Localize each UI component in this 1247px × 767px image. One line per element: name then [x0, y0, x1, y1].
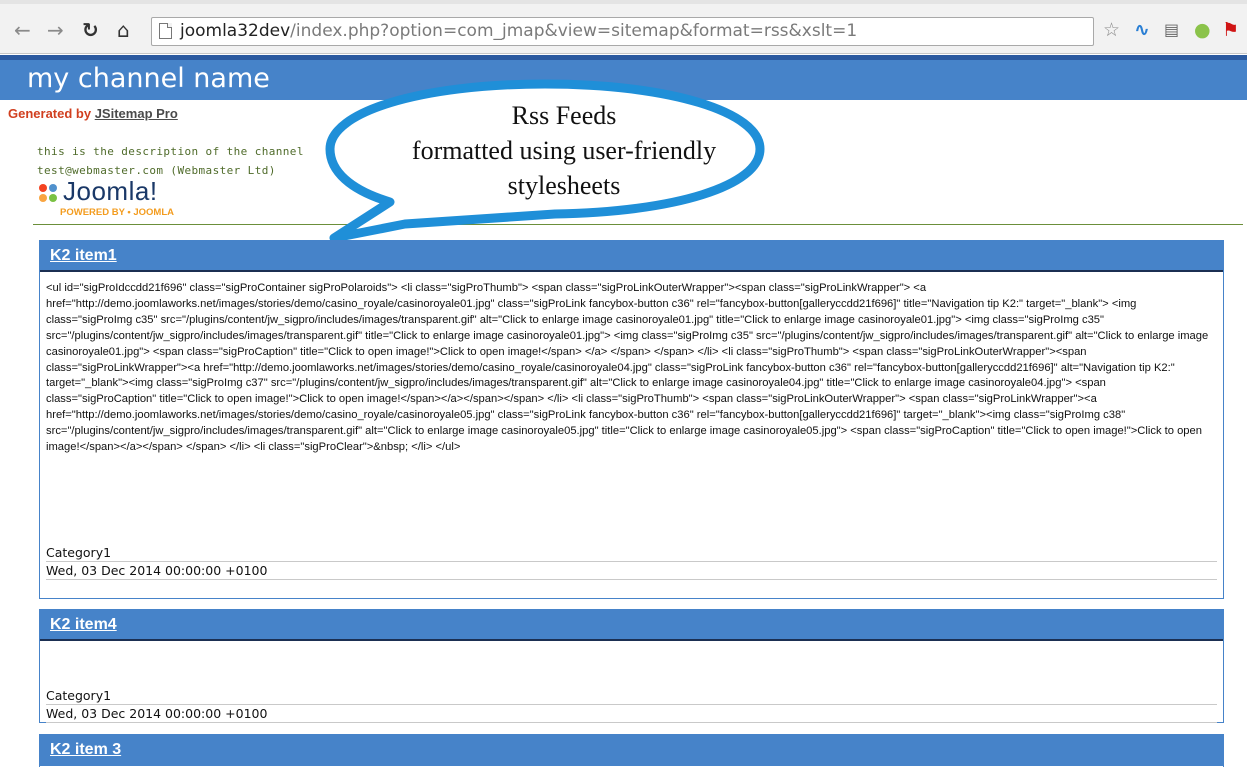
callout-text: Rss Feeds formatted using user-friendly … [368, 98, 760, 203]
flag-icon[interactable]: ⚑ [1222, 20, 1239, 40]
address-bar[interactable]: joomla32dev/index.php?option=com_jmap&vi… [151, 17, 1094, 46]
feed-item-title-link[interactable]: K2 item 3 [50, 741, 121, 759]
feed-item: K2 item1 <ul id="sigProIdccdd21f696" cla… [39, 240, 1224, 599]
joomla-mark-icon [39, 184, 57, 202]
extension-clipboard-icon[interactable]: ▤ [1164, 20, 1179, 40]
feed-item-header: K2 item4 [40, 610, 1223, 641]
joomla-wordmark: Joomla! [63, 176, 158, 206]
channel-title: my channel name [27, 63, 270, 94]
feed-item-header: K2 item1 [40, 241, 1223, 272]
back-arrow-icon[interactable]: ← [14, 20, 31, 40]
callout-bubble: Rss Feeds formatted using user-friendly … [320, 74, 770, 244]
feed-item-title-link[interactable]: K2 item4 [50, 616, 117, 634]
feed-item-header: K2 item 3 [40, 735, 1223, 766]
bookmark-star-icon[interactable]: ☆ [1103, 20, 1120, 40]
generated-by: Generated by JSitemap Pro [8, 106, 178, 121]
callout-line-1: Rss Feeds [511, 101, 617, 130]
callout-line-2: formatted using user-friendly [411, 136, 717, 165]
callout-line-3: stylesheets [507, 171, 621, 200]
url-host: joomla32dev [180, 21, 291, 41]
feed-item: K2 item 3 [39, 734, 1224, 767]
forward-arrow-icon[interactable]: → [47, 20, 64, 40]
joomla-logo: Joomla! POWERED BY • JOOMLA [37, 176, 177, 225]
reload-icon[interactable]: ↻ [82, 20, 99, 40]
jsitemap-pro-link[interactable]: JSitemap Pro [95, 106, 178, 121]
extension-wave-icon[interactable]: ∿ [1134, 20, 1150, 40]
url-text: joomla32dev/index.php?option=com_jmap&vi… [180, 21, 857, 41]
android-icon[interactable]: ● [1194, 20, 1211, 40]
feed-item: K2 item4 Category1 Wed, 03 Dec 2014 00:0… [39, 609, 1224, 723]
feed-item-date: Wed, 03 Dec 2014 00:00:00 +0100 [46, 705, 1217, 723]
powered-by-joomla: POWERED BY • JOOMLA [60, 207, 174, 218]
channel-description: this is the description of the channel [37, 145, 304, 158]
feed-item-category: Category1 [46, 688, 1217, 705]
page-icon [159, 23, 172, 39]
tab-strip [0, 0, 1247, 4]
feed-item-category: Category1 [46, 545, 1217, 562]
feed-item-description: <ul id="sigProIdccdd21f696" class="sigPr… [46, 282, 1209, 454]
browser-toolbar: ← → ↻ ⌂ joomla32dev/index.php?option=com… [0, 0, 1247, 54]
feed-item-date: Wed, 03 Dec 2014 00:00:00 +0100 [46, 562, 1217, 580]
home-icon[interactable]: ⌂ [117, 20, 130, 40]
url-path: /index.php?option=com_jmap&view=sitemap&… [290, 21, 858, 41]
feed-item-description [40, 641, 1223, 688]
feed-item-title-link[interactable]: K2 item1 [50, 247, 117, 265]
generated-by-prefix: Generated by [8, 106, 95, 121]
